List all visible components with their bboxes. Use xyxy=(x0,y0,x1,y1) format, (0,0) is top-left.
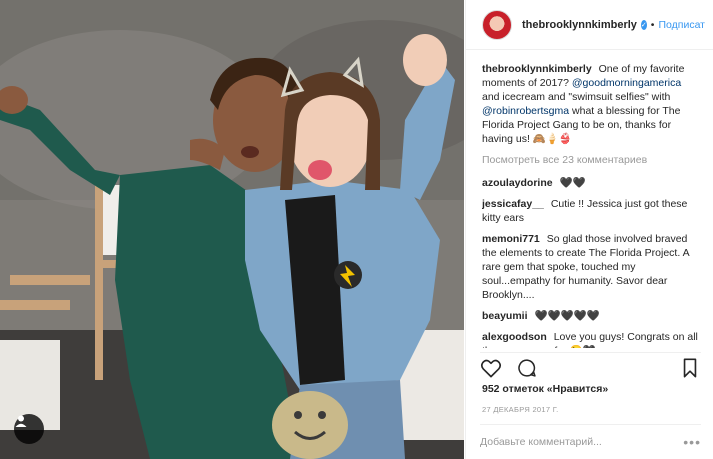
post-sidebar: thebrooklynnkimberly ✓ • Подписат thebro… xyxy=(465,0,713,459)
comment-username[interactable]: jessicafay__ xyxy=(482,198,544,210)
caption-mention-1[interactable]: @goodmorningamerica xyxy=(572,77,681,89)
list-item: alexgoodson Love you guys! Congrats on a… xyxy=(482,330,701,348)
caption-text-2: and icecream and "swimsuit selfies" with xyxy=(482,91,671,103)
speech-bubble-icon[interactable] xyxy=(516,357,538,379)
comment-username[interactable]: azoulaydorine xyxy=(482,177,553,189)
add-comment-bar: ••• xyxy=(480,424,701,458)
more-options-button[interactable]: ••• xyxy=(683,434,701,450)
avatar[interactable] xyxy=(482,9,512,40)
header-username[interactable]: thebrooklynnkimberly xyxy=(522,19,637,31)
post-date[interactable]: 27 ДЕКАБРЯ 2017 Г. xyxy=(482,405,559,414)
header-separator: • xyxy=(650,18,655,31)
checkmark-icon: ✓ xyxy=(640,19,647,30)
post-photo[interactable] xyxy=(0,0,464,459)
comment-text: 🖤🖤 xyxy=(559,177,586,189)
bookmark-icon[interactable] xyxy=(679,357,701,379)
user-tag-button[interactable] xyxy=(14,414,44,444)
list-item: azoulaydorine 🖤🖤 xyxy=(482,176,701,190)
list-item: beayumii 🖤🖤🖤🖤🖤 xyxy=(482,309,701,323)
comment-username[interactable]: alexgoodson xyxy=(482,331,547,343)
post-header: thebrooklynnkimberly ✓ • Подписат xyxy=(466,0,713,50)
follow-button[interactable]: Подписат xyxy=(658,19,705,31)
view-all-comments-link[interactable]: Посмотреть все 23 комментариев xyxy=(482,153,701,167)
caption: thebrooklynnkimberly One of my favorite … xyxy=(482,62,701,146)
comment-text: 🖤🖤🖤🖤🖤 xyxy=(534,310,600,322)
photo-illustration xyxy=(0,0,464,459)
caption-username[interactable]: thebrooklynnkimberly xyxy=(482,63,592,75)
comment-username[interactable]: memoni771 xyxy=(482,233,540,245)
comment-username[interactable]: beayumii xyxy=(482,310,528,322)
comment-input[interactable] xyxy=(480,435,670,448)
action-bar xyxy=(480,352,701,382)
heart-icon[interactable] xyxy=(480,357,502,379)
caption-mention-2[interactable]: @robinrobertsgma xyxy=(482,105,569,117)
list-item: memoni771 So glad those involved braved … xyxy=(482,232,701,302)
list-item: jessicafay__ Cutie !! Jessica just got t… xyxy=(482,197,701,225)
comment-list: thebrooklynnkimberly One of my favorite … xyxy=(482,62,701,348)
like-count[interactable]: 952 отметок «Нравится» xyxy=(482,383,608,395)
